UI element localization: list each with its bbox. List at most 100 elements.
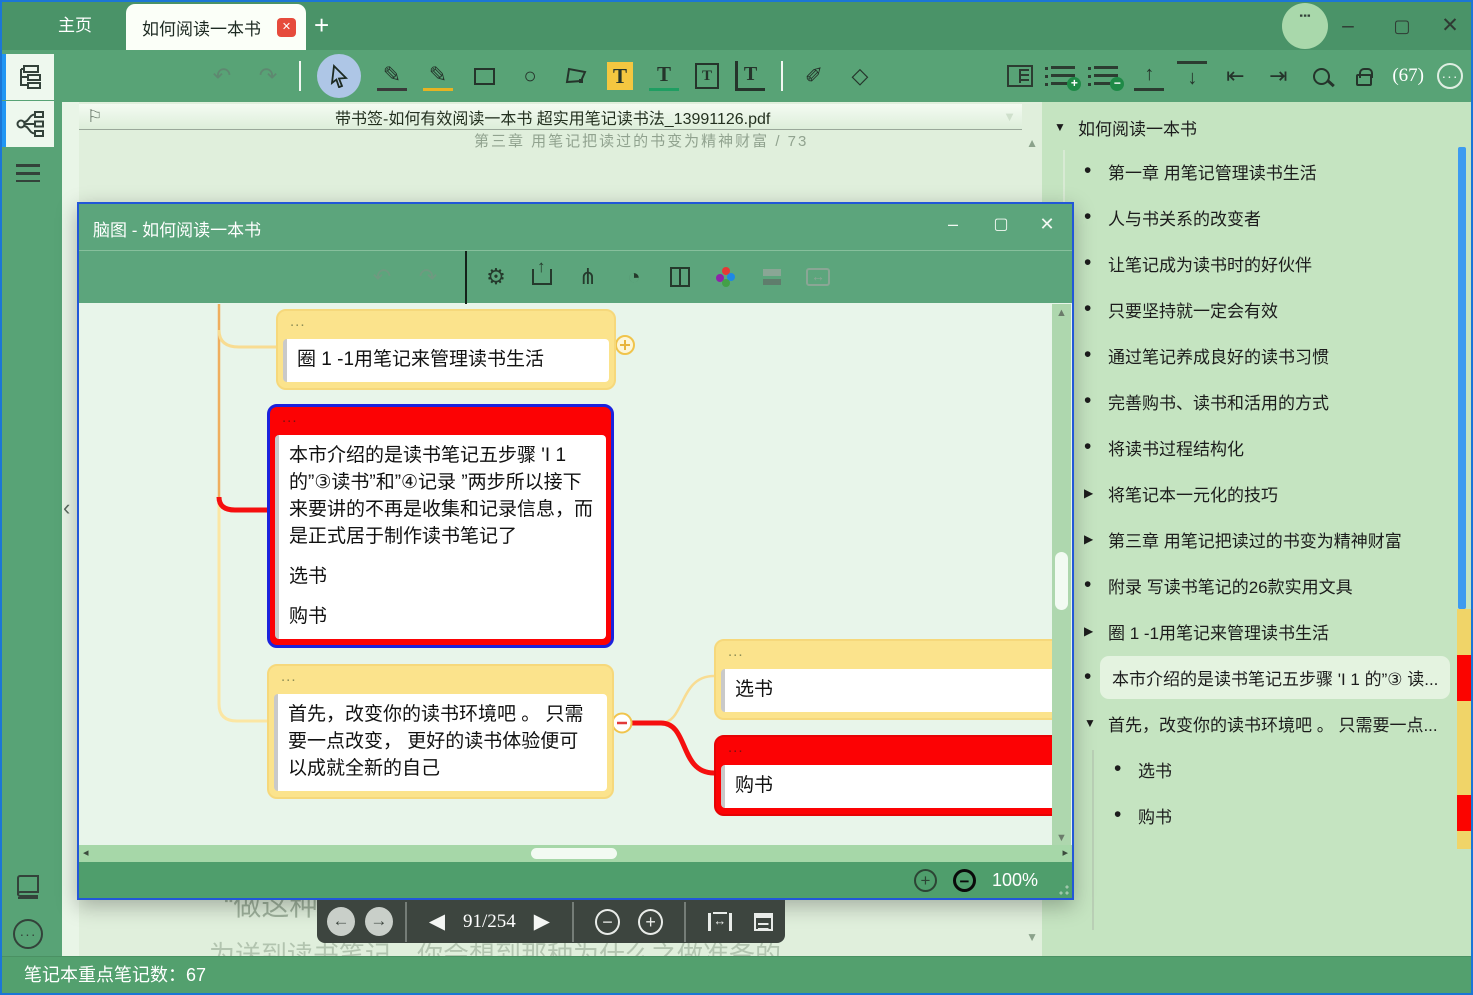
mindmap-titlebar[interactable]: 脑图 - 如何阅读一本书 – ▢ ✕ bbox=[79, 204, 1072, 250]
freehand-pen-icon[interactable]: ✐ bbox=[799, 61, 829, 91]
outline-item[interactable]: •附录 写读书笔记的26款实用文具 bbox=[1042, 562, 1457, 608]
prev-page-button[interactable]: ◀ bbox=[429, 909, 445, 934]
mindmap-redo-icon[interactable]: ↷ bbox=[413, 262, 443, 292]
window-maximize-button[interactable]: ▢ bbox=[1382, 2, 1422, 50]
outline-item[interactable]: •本市介绍的是读书笔记五步骤 'I 1 的”③ 读... bbox=[1042, 654, 1457, 700]
outline-item[interactable]: ▶圈 1 -1用笔记来管理读书生活 bbox=[1042, 608, 1457, 654]
page-zoom-in-button[interactable]: + bbox=[638, 909, 663, 935]
pdf-scroll-down-icon[interactable]: ▼ bbox=[1026, 930, 1038, 944]
expander-icon[interactable]: ▼ bbox=[1084, 716, 1108, 730]
remove-note-list-icon[interactable]: − bbox=[1091, 61, 1121, 91]
outline-item[interactable]: ▶第三章 用笔记把读过的书变为精神财富 bbox=[1042, 516, 1457, 562]
sidebar-item-more[interactable]: ··· bbox=[2, 911, 54, 957]
text-underline-tool-icon[interactable]: T bbox=[649, 61, 679, 91]
mindmap-horizontal-scrollbar[interactable]: ◂ ▸ bbox=[79, 845, 1072, 862]
outline-item[interactable]: •通过笔记养成良好的读书习惯 bbox=[1042, 332, 1457, 378]
expander-icon[interactable]: ▶ bbox=[1084, 532, 1108, 546]
mindmap-node[interactable]: ... 选书 bbox=[714, 639, 1064, 720]
scrollbar-thumb[interactable] bbox=[531, 848, 617, 859]
fit-page-button[interactable] bbox=[754, 913, 773, 931]
collapse-chevron-icon[interactable]: ‹ bbox=[63, 495, 70, 521]
text-box-tool-icon[interactable]: T bbox=[695, 63, 719, 89]
window-minimize-button[interactable]: – bbox=[1328, 2, 1368, 50]
page-indicator[interactable]: 91/254 bbox=[463, 911, 516, 933]
new-tab-button[interactable]: + bbox=[314, 10, 329, 41]
scroll-left-icon[interactable]: ◂ bbox=[83, 846, 89, 859]
collapse-minus-badge[interactable] bbox=[613, 714, 632, 733]
mindmap-maximize-button[interactable]: ▢ bbox=[984, 214, 1018, 234]
outline-item[interactable]: •人与书关系的改变者 bbox=[1042, 194, 1457, 240]
app-menu-button[interactable]: ⋮ bbox=[1282, 3, 1328, 49]
search-icon[interactable] bbox=[1306, 61, 1336, 91]
scroll-right-icon[interactable]: ▸ bbox=[1062, 846, 1068, 859]
redo-icon[interactable]: ↷ bbox=[253, 61, 283, 91]
mindmap-close-button[interactable]: ✕ bbox=[1030, 214, 1064, 235]
pdf-header-bar[interactable]: ⚐ 带书签-如何有效阅读一本书 超实用笔记读书法_13991126.pdf ▼ bbox=[79, 104, 1022, 130]
history-forward-button[interactable]: → bbox=[365, 907, 393, 936]
layers-icon[interactable] bbox=[757, 262, 787, 292]
structure-layout-icon[interactable]: ⋔ bbox=[573, 262, 603, 292]
history-back-button[interactable]: ← bbox=[327, 907, 355, 936]
pdf-scroll-up-icon[interactable]: ▲ bbox=[1026, 136, 1038, 150]
expander-icon[interactable]: ▶ bbox=[1084, 624, 1108, 638]
outline-item[interactable]: •只要坚持就一定会有效 bbox=[1042, 286, 1457, 332]
history-clock-icon[interactable]: ◔ bbox=[619, 262, 649, 292]
add-note-list-icon[interactable]: + bbox=[1048, 61, 1078, 91]
outline-item[interactable]: •将读书过程结构化 bbox=[1042, 424, 1457, 470]
mindmap-node[interactable]: ... 圈 1 -1用笔记来管理读书生活 bbox=[276, 309, 616, 390]
outline-item[interactable]: ▼如何阅读一本书 bbox=[1042, 106, 1457, 148]
outline-item[interactable]: •完善购书、读书和活用的方式 bbox=[1042, 378, 1457, 424]
text-strikeout-tool-icon[interactable]: T bbox=[735, 61, 765, 91]
scroll-up-icon[interactable]: ▲ bbox=[1056, 307, 1067, 319]
settings-gear-icon[interactable]: ⚙ bbox=[481, 262, 511, 292]
tab-document[interactable]: 如何阅读一本书 ✕ bbox=[126, 4, 306, 50]
expander-icon[interactable]: ▶ bbox=[1084, 486, 1108, 500]
sidebar-item-outline[interactable] bbox=[2, 54, 54, 100]
mindmap-node[interactable]: ... 首先，改变你的读书环境吧 。 只需要一点改变， 更好的读书体验便可以成就… bbox=[267, 664, 614, 799]
mindmap-node-selected[interactable]: ... 本市介绍的是读书笔记五步骤 'I 1 的”③读书”和”④记录 ”两步所以… bbox=[267, 404, 614, 648]
fit-width-icon[interactable]: ↔ bbox=[803, 262, 833, 292]
resize-grip[interactable] bbox=[1059, 885, 1069, 895]
outline-item[interactable]: •让笔记成为读书时的好伙伴 bbox=[1042, 240, 1457, 286]
sidebar-item-book[interactable] bbox=[2, 864, 54, 910]
expand-plus-badge[interactable] bbox=[616, 336, 634, 354]
mindmap-node[interactable]: ... 购书 bbox=[714, 735, 1064, 816]
split-columns-icon[interactable] bbox=[665, 262, 695, 292]
bookmark-icon[interactable]: ⚐ bbox=[87, 107, 102, 127]
outline-item[interactable]: ▼首先，改变你的读书环境吧 。 只需要一点... bbox=[1042, 700, 1457, 746]
tab-home[interactable]: 主页 bbox=[50, 2, 100, 50]
more-options-icon[interactable]: ··· bbox=[1437, 63, 1463, 89]
page-zoom-out-button[interactable]: − bbox=[595, 909, 620, 935]
window-close-button[interactable]: ✕ bbox=[1430, 2, 1470, 50]
move-bottom-icon[interactable]: ↓ bbox=[1177, 61, 1207, 91]
ellipse-tool-icon[interactable]: ○ bbox=[515, 61, 545, 91]
color-palette-icon[interactable] bbox=[711, 262, 741, 292]
lock-icon[interactable] bbox=[1349, 61, 1379, 91]
pen-tool-icon[interactable]: ✎ bbox=[377, 61, 407, 91]
pdf-title-dropdown-icon[interactable]: ▼ bbox=[1003, 109, 1016, 124]
scrollbar-thumb[interactable] bbox=[1055, 552, 1068, 610]
mindmap-minimize-button[interactable]: – bbox=[936, 214, 970, 235]
next-page-button[interactable]: ▶ bbox=[534, 909, 550, 934]
indent-decrease-icon[interactable]: ⇤ bbox=[1220, 61, 1250, 91]
mindmap-undo-icon[interactable]: ↶ bbox=[367, 262, 397, 292]
highlighter-tool-icon[interactable]: ✎ bbox=[423, 61, 453, 91]
polygon-tool-icon[interactable] bbox=[561, 61, 591, 91]
export-icon[interactable]: ↑ bbox=[527, 262, 557, 292]
outline-item[interactable]: ▶将笔记本一元化的技巧 bbox=[1042, 470, 1457, 516]
outline-item[interactable]: •第一章 用笔记管理读书生活 bbox=[1042, 148, 1457, 194]
side-panel-toggle-icon[interactable] bbox=[1005, 61, 1035, 91]
move-top-icon[interactable]: ↑ bbox=[1134, 61, 1164, 91]
mindmap-canvas[interactable]: ... 圈 1 -1用笔记来管理读书生活 ... 本市介绍的是读书笔记五步骤 '… bbox=[79, 304, 1072, 847]
indent-increase-icon[interactable]: ⇥ bbox=[1263, 61, 1293, 91]
text-highlight-tool-icon[interactable]: T bbox=[607, 62, 633, 90]
sidebar-item-list[interactable] bbox=[2, 150, 54, 196]
eraser-tool-icon[interactable]: ◇ bbox=[845, 61, 875, 91]
outline-scrollbar[interactable] bbox=[1458, 147, 1466, 609]
select-cursor-tool[interactable] bbox=[317, 54, 361, 98]
outline-item[interactable]: •选书 bbox=[1042, 746, 1457, 792]
fit-width-button[interactable]: ↔ bbox=[708, 913, 731, 931]
undo-icon[interactable]: ↶ bbox=[207, 61, 237, 91]
rectangle-tool-icon[interactable] bbox=[469, 61, 499, 91]
mindmap-vertical-scrollbar[interactable]: ▲ ▼ bbox=[1052, 304, 1071, 847]
